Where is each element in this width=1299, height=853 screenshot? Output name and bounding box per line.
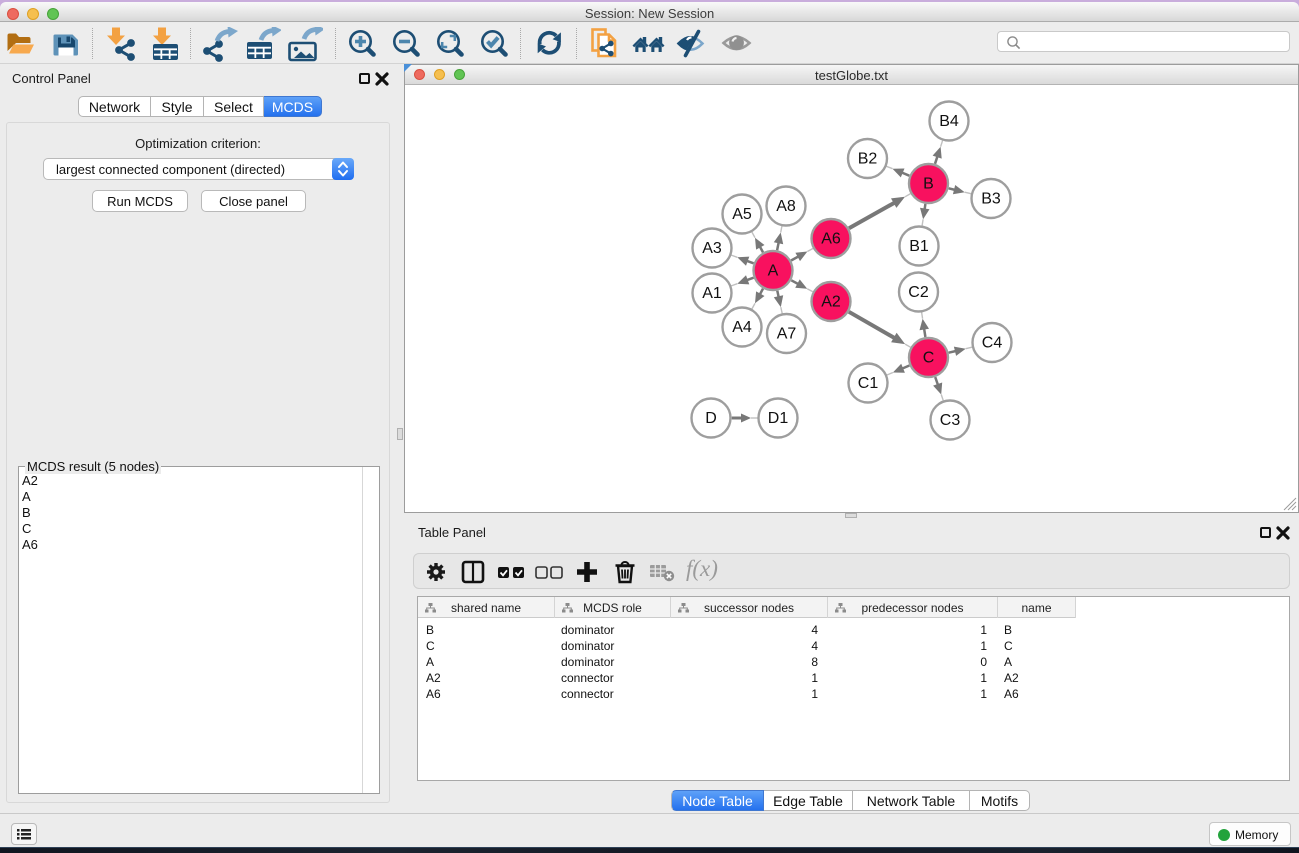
svg-text:C4: C4 xyxy=(982,335,1003,352)
svg-text:C1: C1 xyxy=(858,375,879,392)
svg-text:A8: A8 xyxy=(776,198,796,215)
svg-text:D: D xyxy=(705,410,717,427)
svg-text:A: A xyxy=(768,263,779,280)
svg-text:B2: B2 xyxy=(858,151,878,168)
svg-text:B1: B1 xyxy=(909,238,929,255)
svg-text:A1: A1 xyxy=(702,285,722,302)
svg-text:C3: C3 xyxy=(940,412,961,429)
svg-text:A7: A7 xyxy=(777,326,797,343)
svg-text:D1: D1 xyxy=(768,410,789,427)
svg-text:A2: A2 xyxy=(821,294,841,311)
svg-text:A3: A3 xyxy=(702,240,722,257)
svg-text:A6: A6 xyxy=(821,231,841,248)
svg-text:C2: C2 xyxy=(908,284,929,301)
svg-text:B: B xyxy=(923,176,934,193)
svg-text:A4: A4 xyxy=(732,319,752,336)
svg-text:A5: A5 xyxy=(732,206,752,223)
svg-text:C: C xyxy=(923,350,935,367)
svg-text:B3: B3 xyxy=(981,191,1001,208)
svg-text:B4: B4 xyxy=(939,113,959,130)
